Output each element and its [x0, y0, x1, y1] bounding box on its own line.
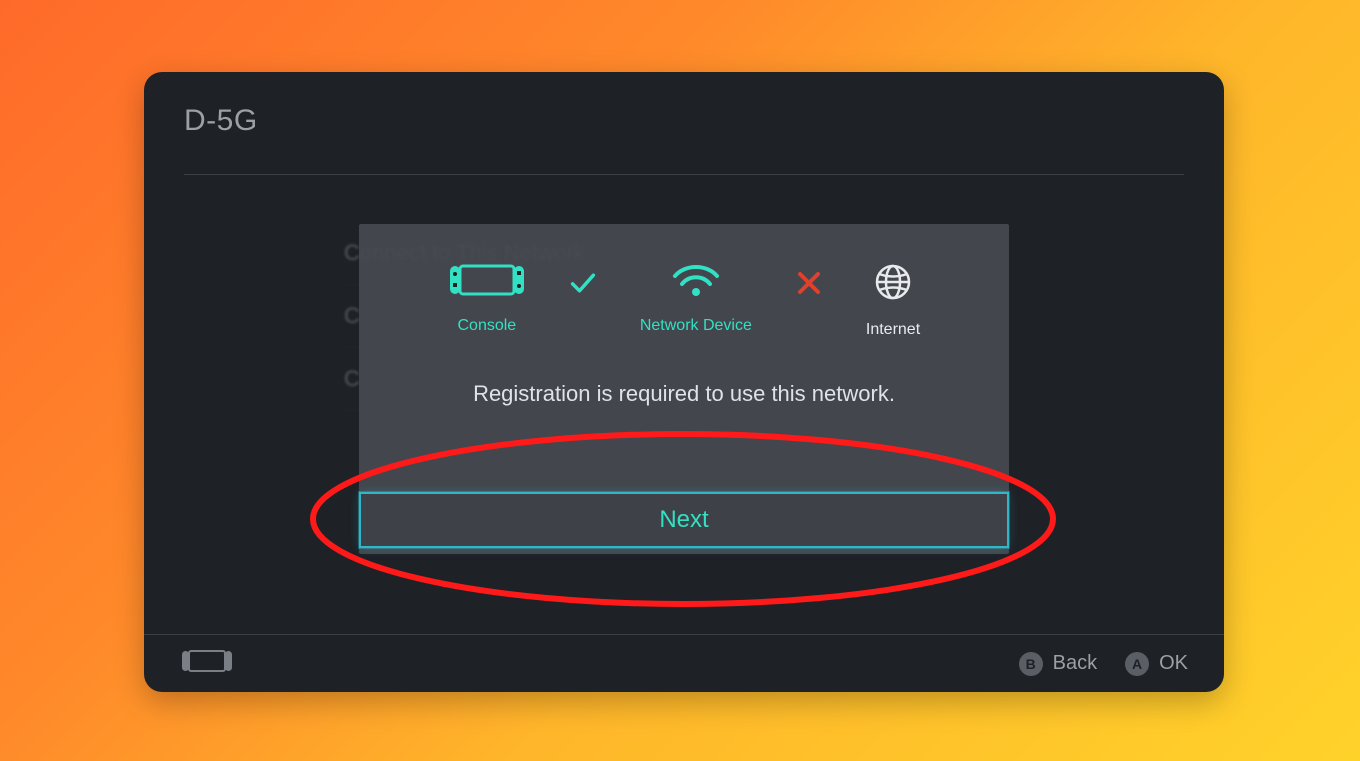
next-button[interactable]: Next — [359, 492, 1009, 548]
footer-bar: B Back A OK — [144, 634, 1224, 692]
status-console-label: Console — [457, 317, 516, 335]
checkmark-icon — [570, 270, 596, 296]
status-console: Console — [448, 262, 526, 335]
status-row: Console Network Device — [448, 262, 920, 339]
a-button-icon: A — [1125, 652, 1149, 676]
console-screen: D-5G Connect to This Network C C — [144, 72, 1224, 692]
ok-label: OK — [1159, 652, 1188, 675]
b-button-icon: B — [1019, 652, 1043, 676]
back-label: Back — [1053, 652, 1097, 675]
controller-icon — [180, 648, 234, 680]
status-internet-label: Internet — [866, 321, 920, 339]
console-icon — [448, 262, 526, 303]
header: D-5G — [144, 72, 1224, 156]
status-internet: Internet — [866, 262, 920, 339]
header-divider — [184, 174, 1184, 175]
back-hint[interactable]: B Back — [1019, 652, 1097, 676]
x-icon — [796, 270, 822, 296]
page-title: D-5G — [184, 104, 1184, 138]
ok-hint[interactable]: A OK — [1125, 652, 1188, 676]
status-network-device: Network Device — [640, 262, 752, 335]
dialog-message: Registration is required to use this net… — [473, 381, 895, 407]
next-button-label: Next — [659, 506, 708, 534]
globe-icon — [873, 262, 913, 307]
wifi-icon — [671, 262, 721, 303]
status-network-label: Network Device — [640, 317, 752, 335]
